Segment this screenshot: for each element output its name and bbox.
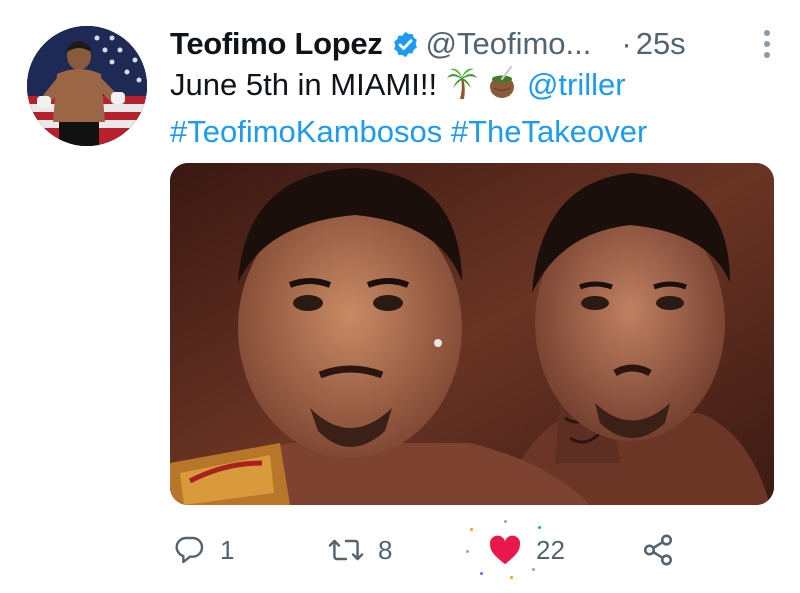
like-sparkle — [532, 568, 535, 571]
mate-drink-icon — [486, 65, 518, 111]
heart-icon — [488, 534, 522, 566]
retweet-button[interactable]: 8 — [328, 532, 392, 568]
share-button[interactable] — [640, 532, 676, 568]
display-name[interactable]: Teofimo Lopez — [170, 26, 383, 62]
tweet-media-image[interactable] — [170, 163, 774, 505]
retweet-count: 8 — [378, 534, 393, 565]
like-count: 22 — [536, 534, 565, 565]
reply-icon — [174, 534, 206, 566]
tweet-actions: 1 8 22 — [170, 520, 780, 580]
like-sparkle — [466, 550, 469, 553]
tweet-header: Teofimo Lopez @Teofimo... · 25s — [170, 22, 780, 66]
palm-tree-icon — [446, 66, 478, 111]
tweet-text-body: June 5th in MIAMI!! — [170, 67, 438, 102]
share-icon — [640, 533, 676, 567]
like-button[interactable]: 22 — [488, 532, 565, 568]
like-sparkle — [480, 572, 483, 575]
mention-link[interactable]: @triller — [527, 67, 626, 102]
reply-button[interactable]: 1 — [174, 532, 234, 568]
avatar-image — [27, 26, 147, 146]
like-sparkle — [470, 528, 473, 531]
avatar[interactable] — [27, 26, 147, 146]
verified-badge-icon — [391, 30, 420, 59]
tweet-text: June 5th in MIAMI!! @triller #TeofimoKam… — [170, 64, 780, 153]
like-sparkle — [538, 526, 541, 529]
hashtag-link[interactable]: #TheTakeover — [451, 114, 647, 149]
reply-count: 1 — [220, 534, 235, 565]
hashtag-link[interactable]: #TeofimoKambosos — [170, 114, 442, 149]
like-sparkle — [504, 520, 507, 523]
separator-dot: · — [621, 26, 632, 61]
tweet-text-line-1: June 5th in MIAMI!! @triller — [170, 64, 780, 111]
fight-poster-image — [170, 163, 774, 505]
tweet-text-line-2: #TeofimoKambosos #TheTakeover — [170, 111, 780, 153]
more-options-icon[interactable] — [760, 26, 774, 62]
like-sparkle — [510, 576, 513, 579]
handle[interactable]: @Teofimo... — [426, 26, 592, 62]
retweet-icon — [328, 534, 364, 566]
timestamp[interactable]: 25s — [636, 26, 686, 62]
